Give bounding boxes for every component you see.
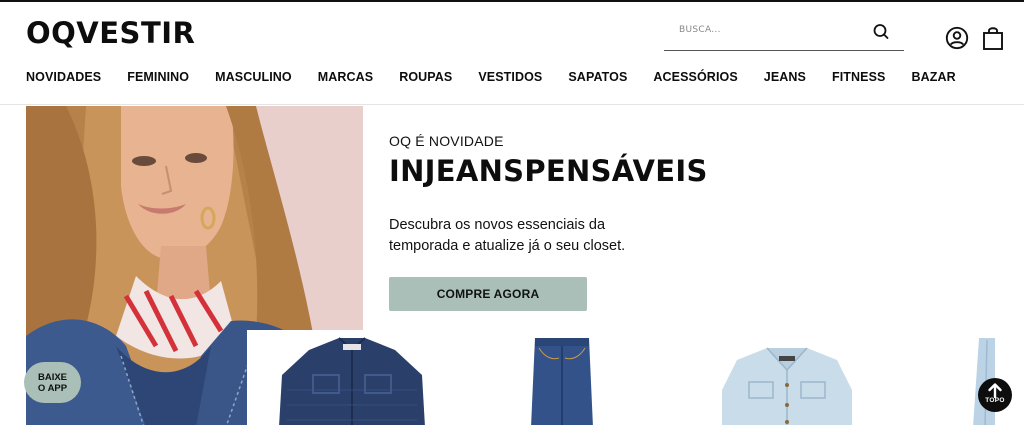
product-card[interactable]	[517, 330, 607, 425]
search-icon[interactable]	[870, 21, 892, 43]
search-bar	[664, 19, 904, 51]
search-input[interactable]	[679, 25, 859, 35]
promo-title: INJEANSPENSÁVEIS	[389, 154, 708, 188]
site-logo[interactable]: OQVESTIR	[26, 16, 195, 50]
app-badge-line1: BAIXE	[37, 371, 68, 383]
promo-description: Descubra os novos essenciais da temporad…	[389, 217, 626, 254]
nav-item-marcas[interactable]: MARCAS	[318, 70, 373, 84]
shop-now-button[interactable]: COMPRE AGORA	[389, 277, 587, 311]
back-to-top-button[interactable]: TOPO	[978, 378, 1012, 412]
site-header: OQVESTIR NOVIDADES FEMININO MASCULINO MA…	[0, 2, 1024, 105]
arrow-up-icon	[988, 383, 1002, 399]
user-icon[interactable]	[945, 26, 969, 50]
nav-item-jeans[interactable]: JEANS	[764, 70, 806, 84]
promo-kicker: OQ É NOVIDADE	[389, 133, 504, 149]
nav-item-roupas[interactable]: ROUPAS	[399, 70, 452, 84]
product-card[interactable]	[697, 330, 877, 425]
nav-item-vestidos[interactable]: VESTIDOS	[478, 70, 542, 84]
nav-item-novidades[interactable]: NOVIDADES	[26, 70, 101, 84]
top-label: TOPO	[985, 397, 1005, 404]
nav-item-fitness[interactable]: FITNESS	[832, 70, 885, 84]
nav-item-acessorios[interactable]: ACESSÓRIOS	[653, 70, 737, 84]
app-badge-line2: O APP	[37, 382, 68, 394]
nav-item-feminino[interactable]: FEMININO	[127, 70, 189, 84]
nav-item-masculino[interactable]: MASCULINO	[215, 70, 292, 84]
main-nav: NOVIDADES FEMININO MASCULINO MARCAS ROUP…	[26, 70, 982, 84]
nav-item-bazar[interactable]: BAZAR	[911, 70, 955, 84]
download-app-button[interactable]: BAIXE O APP	[24, 362, 81, 403]
product-card[interactable]	[247, 330, 457, 425]
shopping-bag-icon[interactable]	[982, 25, 1004, 51]
nav-item-sapatos[interactable]: SAPATOS	[568, 70, 627, 84]
product-carousel	[247, 330, 1024, 425]
